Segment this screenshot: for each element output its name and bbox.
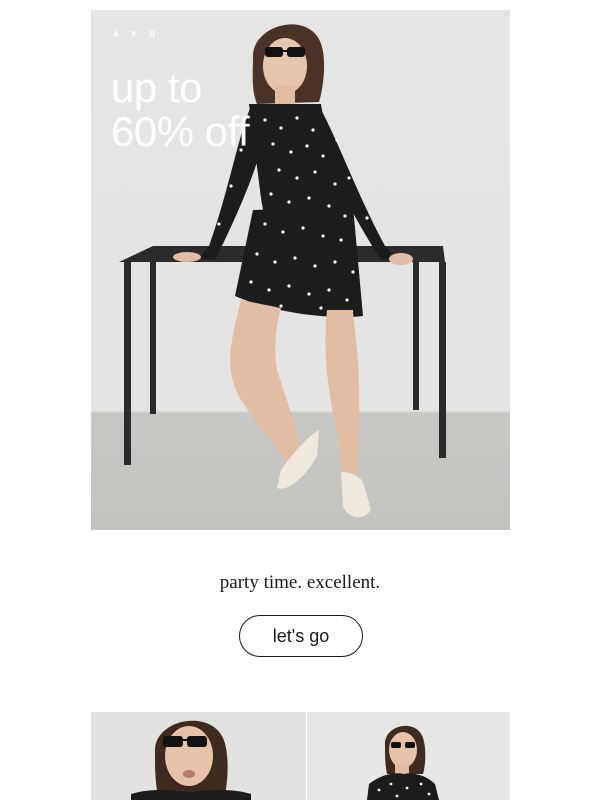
model-photo-illustration <box>131 720 251 800</box>
table-leg <box>439 262 446 458</box>
table-leg <box>150 262 156 414</box>
brand-logo[interactable]: AYR <box>113 30 168 39</box>
dress-skirt <box>235 206 363 318</box>
product-image-left[interactable] <box>91 712 306 800</box>
table-leg <box>124 262 131 465</box>
sale-headline: up to 60% off <box>111 64 250 155</box>
lets-go-button[interactable]: let's go <box>239 615 363 657</box>
headline-line-2: 60% off <box>111 108 250 155</box>
sunglasses <box>265 47 283 57</box>
product-image-right[interactable] <box>307 712 510 800</box>
headline-line-1: up to <box>111 64 202 111</box>
right-leg <box>325 310 360 478</box>
shoe <box>341 472 371 518</box>
table-leg <box>413 262 419 410</box>
left-leg <box>230 300 305 470</box>
hero-image[interactable]: AYR up to 60% off <box>91 10 510 530</box>
model-photo-illustration <box>367 725 439 800</box>
face <box>263 38 307 94</box>
tagline: party time. excellent. <box>219 572 381 593</box>
